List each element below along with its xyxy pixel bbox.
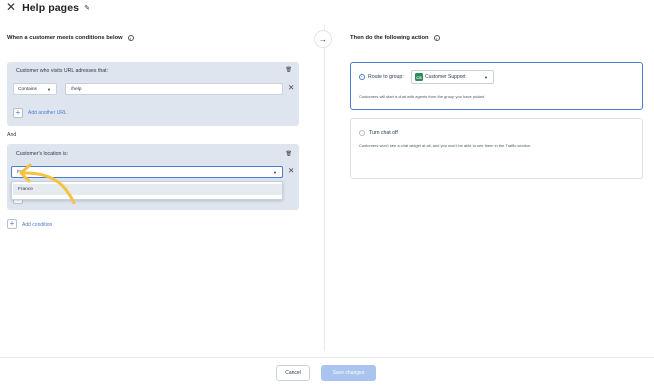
chevron-down-icon: ▼ [47,86,51,92]
add-url-plus-icon[interactable]: + [13,108,23,118]
route-to-group-label: Route to group: [368,74,404,80]
info-icon[interactable]: i [127,35,134,41]
group-badge: CS [415,73,423,81]
url-input-value: /help [71,86,82,92]
condition-url-box: Customer who visits URL adresses that: 🗑… [7,62,299,126]
footer-bar: Cancel Save changes [0,357,654,386]
and-label: And [7,132,17,138]
actions-heading-text: Then do the following action [350,35,429,41]
conditions-heading-text: When a customer meets conditions below [7,35,123,41]
add-another-url-link[interactable]: Add another URL [28,110,67,116]
page-title: Help pages [22,2,80,14]
actions-panel: Then do the following action i Route to … [324,25,654,351]
url-operator-select[interactable]: Contains ▼ [13,83,57,95]
arrow-right-icon: → [314,30,332,48]
conditions-heading: When a customer meets conditions below i [7,35,134,41]
turn-chat-off-card[interactable]: Turn chat off Customers won't see a chat… [350,118,643,179]
actions-heading: Then do the following action i [350,35,440,41]
group-name: Customer Support [425,74,466,80]
pencil-icon[interactable]: ✎ [84,4,90,12]
info-icon[interactable]: i [433,35,440,41]
turn-chat-off-label: Turn chat off [369,130,398,136]
url-operator-value: Contains [18,86,37,92]
chevron-down-icon: ▼ [273,169,277,175]
route-to-group-radio[interactable] [359,74,365,80]
remove-location-close-icon[interactable]: ✕ [288,166,294,175]
group-select[interactable]: CS Customer Support ▼ [411,70,494,84]
remove-url-close-icon[interactable]: ✕ [288,83,294,92]
save-changes-button[interactable]: Save changes [321,365,376,381]
route-to-group-description: Customers will start a chat with agents … [359,94,485,99]
chevron-down-icon: ▼ [484,74,488,80]
cancel-button[interactable]: Cancel [276,365,310,381]
add-condition-link[interactable]: Add condition [22,222,52,228]
close-icon[interactable]: ✕ [6,1,16,13]
turn-chat-off-radio[interactable] [359,130,365,136]
annotation-arrow-icon [19,163,76,204]
condition-location-title: Customer's location is: [16,151,69,157]
route-to-group-card[interactable]: Route to group: CS Customer Support ▼ Cu… [350,62,643,110]
trash-icon[interactable]: 🗑 [286,67,292,73]
trash-icon[interactable]: 🗑 [286,151,292,157]
page-header: ✕ Help pages ✎ [0,0,654,16]
condition-url-title: Customer who visits URL adresses that: [16,68,109,74]
add-condition-plus-icon[interactable]: + [7,219,17,229]
url-input[interactable]: /help [65,83,283,95]
turn-chat-off-description: Customers won't see a chat widget at all… [359,143,532,148]
